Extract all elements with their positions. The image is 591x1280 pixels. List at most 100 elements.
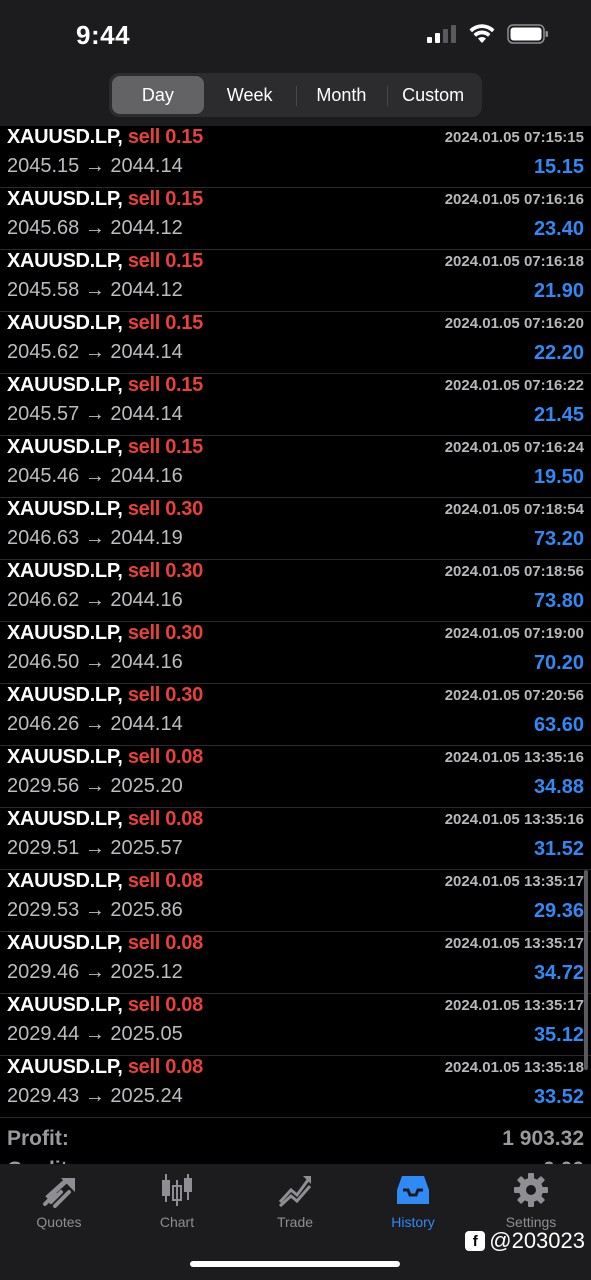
trade-row[interactable]: XAUUSD.LP, sell 0.08 2024.01.05 13:35:18 2…: [0, 1056, 591, 1118]
period-month[interactable]: Month: [295, 76, 388, 114]
trade-row[interactable]: XAUUSD.LP, sell 0.15 2024.01.05 07:16:20 2…: [0, 312, 591, 374]
trade-prices: 2045.57 → 2044.14: [7, 403, 183, 426]
symbol-text: XAUUSD.LP,: [7, 932, 123, 954]
trade-time: 2024.01.05 13:35:17: [444, 935, 584, 952]
tab-history-label: History: [391, 1214, 435, 1230]
trade-row[interactable]: XAUUSD.LP, sell 0.15 2024.01.05 07:15:15 2…: [0, 126, 591, 188]
trade-time: 2024.01.05 07:19:00: [444, 625, 584, 642]
trade-symbol: XAUUSD.LP, sell 0.15: [7, 312, 203, 335]
trade-row[interactable]: XAUUSD.LP, sell 0.15 2024.01.05 07:16:22 2…: [0, 374, 591, 436]
status-icons: [427, 24, 549, 44]
arrow-icon: →: [84, 775, 105, 797]
trade-row[interactable]: XAUUSD.LP, sell 0.08 2024.01.05 13:35:16 2…: [0, 746, 591, 808]
period-selector: Day Week Month Custom: [109, 73, 482, 117]
open-price: 2029.56: [7, 775, 80, 797]
trade-history-list[interactable]: XAUUSD.LP, sell 0.15 2024.01.05 07:15:15 2…: [0, 126, 591, 1166]
trade-row[interactable]: XAUUSD.LP, sell 0.08 2024.01.05 13:35:17 2…: [0, 870, 591, 932]
open-price: 2045.15: [7, 155, 80, 177]
wifi-icon: [469, 24, 495, 43]
arrow-icon: →: [84, 837, 105, 859]
open-price: 2029.53: [7, 899, 80, 921]
trade-time: 2024.01.05 07:18:56: [444, 563, 584, 580]
trade-row[interactable]: XAUUSD.LP, sell 0.08 2024.01.05 13:35:17 2…: [0, 932, 591, 994]
trade-prices: 2045.62 → 2044.14: [7, 341, 183, 364]
tab-quotes[interactable]: Quotes: [0, 1172, 118, 1234]
trade-prices: 2045.46 → 2044.16: [7, 465, 183, 488]
open-price: 2045.62: [7, 341, 80, 363]
trade-profit: 34.88: [533, 776, 584, 798]
symbol-text: XAUUSD.LP,: [7, 188, 123, 210]
trade-row[interactable]: XAUUSD.LP, sell 0.15 2024.01.05 07:16:24 2…: [0, 436, 591, 498]
trade-time: 2024.01.05 07:16:20: [444, 315, 584, 332]
open-price: 2029.51: [7, 837, 80, 859]
trade-symbol: XAUUSD.LP, sell 0.30: [7, 622, 203, 645]
period-day[interactable]: Day: [112, 76, 204, 114]
open-price: 2029.43: [7, 1085, 80, 1107]
tab-trade-label: Trade: [276, 1214, 314, 1230]
trade-prices: 2045.15 → 2044.14: [7, 155, 183, 178]
trade-profit: 15.15: [533, 156, 584, 178]
trade-row[interactable]: XAUUSD.LP, sell 0.15 2024.01.05 07:16:16 2…: [0, 188, 591, 250]
status-time: 9:44: [76, 20, 131, 50]
trade-symbol: XAUUSD.LP, sell 0.08: [7, 808, 203, 831]
arrow-icon: →: [84, 589, 105, 611]
trade-time: 2024.01.05 07:16:22: [444, 377, 584, 394]
trade-prices: 2045.68 → 2044.12: [7, 217, 183, 240]
open-price: 2046.62: [7, 589, 80, 611]
scrollbar[interactable]: [584, 870, 588, 1070]
trade-row[interactable]: XAUUSD.LP, sell 0.08 2024.01.05 13:35:16 2…: [0, 808, 591, 870]
close-price: 2044.12: [110, 279, 183, 301]
trade-prices: 2046.62 → 2044.16: [7, 589, 183, 612]
trade-profit: 63.60: [533, 714, 584, 736]
period-week[interactable]: Week: [204, 76, 296, 114]
history-header: Day Week Month Custom: [0, 70, 591, 126]
trade-time: 2024.01.05 13:35:17: [444, 873, 584, 890]
trade-side: sell 0.30: [127, 498, 203, 520]
arrow-icon: →: [84, 279, 105, 301]
trade-row[interactable]: XAUUSD.LP, sell 0.30 2024.01.05 07:19:00 2…: [0, 622, 591, 684]
profit-value: 1 903.32: [502, 1127, 584, 1150]
trade-time: 2024.01.05 13:35:16: [444, 811, 584, 828]
close-price: 2044.19: [110, 527, 183, 549]
symbol-text: XAUUSD.LP,: [7, 560, 123, 582]
open-price: 2029.46: [7, 961, 80, 983]
tab-trade[interactable]: Trade: [236, 1172, 354, 1234]
status-bar: 9:44: [0, 0, 591, 70]
tab-history[interactable]: History: [354, 1172, 472, 1234]
tab-quotes-label: Quotes: [36, 1214, 82, 1230]
tab-settings[interactable]: Settings: [472, 1172, 590, 1234]
tab-chart[interactable]: Chart: [118, 1172, 236, 1234]
open-price: 2046.26: [7, 713, 80, 735]
summary: Profit: 1 903.32 Credit: 0.00: [0, 1124, 591, 1181]
trade-side: sell 0.08: [127, 994, 203, 1016]
arrow-icon: →: [84, 403, 105, 425]
trade-symbol: XAUUSD.LP, sell 0.15: [7, 126, 203, 149]
trade-time: 2024.01.05 07:16:24: [444, 439, 584, 456]
trade-row[interactable]: XAUUSD.LP, sell 0.08 2024.01.05 13:35:17 2…: [0, 994, 591, 1056]
trade-profit: 31.52: [533, 838, 584, 860]
trade-row[interactable]: XAUUSD.LP, sell 0.30 2024.01.05 07:18:54 2…: [0, 498, 591, 560]
trade-time: 2024.01.05 13:35:18: [444, 1059, 584, 1076]
symbol-text: XAUUSD.LP,: [7, 808, 123, 830]
arrow-icon: →: [84, 651, 105, 673]
close-price: 2044.14: [110, 155, 183, 177]
period-custom[interactable]: Custom: [387, 76, 479, 114]
trade-symbol: XAUUSD.LP, sell 0.08: [7, 932, 203, 955]
arrow-icon: →: [84, 1085, 105, 1107]
trade-row[interactable]: XAUUSD.LP, sell 0.30 2024.01.05 07:20:56 2…: [0, 684, 591, 746]
trade-prices: 2029.46 → 2025.12: [7, 961, 183, 984]
trade-symbol: XAUUSD.LP, sell 0.08: [7, 870, 203, 893]
trade-row[interactable]: XAUUSD.LP, sell 0.15 2024.01.05 07:16:18 2…: [0, 250, 591, 312]
trade-symbol: XAUUSD.LP, sell 0.08: [7, 1056, 203, 1079]
arrow-icon: →: [84, 341, 105, 363]
home-indicator[interactable]: [190, 1261, 400, 1267]
symbol-text: XAUUSD.LP,: [7, 498, 123, 520]
trade-prices: 2045.58 → 2044.12: [7, 279, 183, 302]
trade-time: 2024.01.05 13:35:17: [444, 997, 584, 1014]
trade-symbol: XAUUSD.LP, sell 0.08: [7, 746, 203, 769]
trade-row[interactable]: XAUUSD.LP, sell 0.30 2024.01.05 07:18:56 2…: [0, 560, 591, 622]
trade-profit: 35.12: [533, 1024, 584, 1046]
tab-chart-label: Chart: [159, 1214, 195, 1230]
arrow-icon: →: [84, 961, 105, 983]
trade-prices: 2029.44 → 2025.05: [7, 1023, 183, 1046]
